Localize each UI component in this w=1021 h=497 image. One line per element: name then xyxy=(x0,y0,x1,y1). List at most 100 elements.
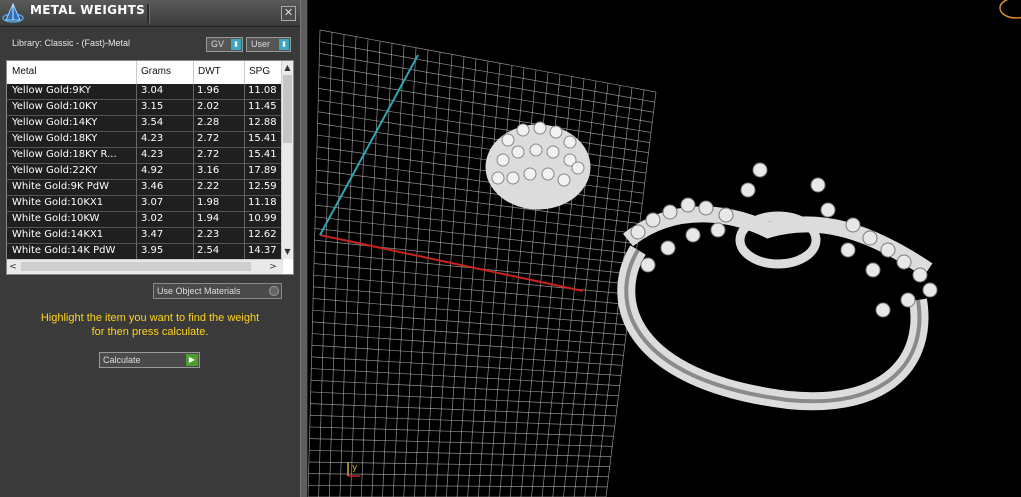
cell-divider xyxy=(244,164,245,180)
play-arrow-icon[interactable]: ▶ xyxy=(186,354,198,366)
grid-line xyxy=(319,64,653,123)
cell-divider xyxy=(193,180,194,196)
scroll-right-arrow-icon[interactable]: > xyxy=(267,260,279,274)
table-row[interactable]: White Gold:10KX1 3.07 1.98 11.18 xyxy=(7,196,283,212)
dropdown-arrow-icon: ⬍ xyxy=(231,39,241,50)
horizontal-scroll-thumb[interactable] xyxy=(21,262,251,271)
panel-splitter[interactable] xyxy=(300,0,308,497)
dwt-cell: 1.98 xyxy=(197,197,220,208)
cell-divider xyxy=(193,164,194,180)
cell-divider xyxy=(244,180,245,196)
prong xyxy=(506,171,520,185)
vertical-scrollbar[interactable]: ▲ ▼ xyxy=(281,61,293,259)
close-button[interactable]: ✕ xyxy=(281,6,296,21)
column-divider[interactable] xyxy=(136,61,137,84)
instruction-line-1: Highlight the item you want to find the … xyxy=(40,312,260,324)
ring-model[interactable] xyxy=(617,162,938,411)
table-row[interactable]: White Gold:9K PdW 3.46 2.22 12.59 xyxy=(7,180,283,196)
prong xyxy=(640,257,656,273)
prong xyxy=(740,182,756,198)
grams-cell: 3.02 xyxy=(141,213,164,224)
prong xyxy=(546,145,560,159)
axis-label: y xyxy=(352,463,358,473)
app-logo-icon xyxy=(2,2,24,23)
grid-line xyxy=(311,344,623,366)
table-row[interactable]: Yellow Gold:10KY 3.15 2.02 11.45 xyxy=(7,100,283,116)
prong xyxy=(662,204,678,220)
scroll-down-arrow-icon[interactable]: ▼ xyxy=(282,246,293,258)
prong xyxy=(710,222,726,238)
grid-line xyxy=(316,169,642,214)
scroll-left-arrow-icon[interactable]: < xyxy=(7,260,19,274)
table-row[interactable]: Yellow Gold:14KY 3.54 2.28 12.88 xyxy=(7,116,283,132)
dwt-cell: 3.16 xyxy=(197,165,220,176)
grams-cell: 3.15 xyxy=(141,101,164,112)
prong xyxy=(491,171,505,185)
spg-cell: 12.59 xyxy=(248,181,277,192)
table-row[interactable]: Yellow Gold:18KY R... 4.23 2.72 15.41 xyxy=(7,148,283,164)
prong xyxy=(698,200,714,216)
column-divider[interactable] xyxy=(244,61,245,84)
column-divider[interactable] xyxy=(193,61,194,84)
spg-cell: 10.99 xyxy=(248,213,277,224)
column-header-metal[interactable]: Metal xyxy=(12,66,36,77)
metal-cell: Yellow Gold:14KY xyxy=(12,117,98,128)
prong xyxy=(896,254,912,270)
cell-divider xyxy=(136,148,137,164)
spg-cell: 11.18 xyxy=(248,197,277,208)
column-header-grams[interactable]: Grams xyxy=(141,66,171,77)
dwt-cell: 2.22 xyxy=(197,181,220,192)
table-row[interactable]: Yellow Gold:9KY 3.04 1.96 11.08 xyxy=(7,84,283,100)
grid-line xyxy=(315,193,639,235)
scroll-up-arrow-icon[interactable]: ▲ xyxy=(282,62,293,74)
table-row[interactable]: Yellow Gold:18KY 4.23 2.72 15.41 xyxy=(7,132,283,148)
user-dropdown-label: User xyxy=(251,39,271,49)
cell-divider xyxy=(193,100,194,116)
grid-line xyxy=(315,216,637,255)
grid-line xyxy=(312,321,625,346)
use-object-materials-toggle[interactable]: Use Object Materials xyxy=(153,283,282,299)
corner-gizmo-icon xyxy=(999,0,1021,19)
grams-cell: 3.07 xyxy=(141,197,164,208)
metal-weights-panel: METAL WEIGHTS ✕ Library: Classic - (Fast… xyxy=(0,0,300,497)
prong xyxy=(660,240,676,256)
prong xyxy=(501,133,515,147)
radio-toggle-icon[interactable] xyxy=(269,286,279,296)
grid-line xyxy=(316,181,640,224)
title-separator xyxy=(147,4,150,23)
table-row[interactable]: White Gold:10KW 3.02 1.94 10.99 xyxy=(7,212,283,228)
cell-divider xyxy=(193,116,194,132)
grid-line xyxy=(317,134,645,184)
table-row[interactable]: White Gold:14KX1 3.47 2.23 12.62 xyxy=(7,228,283,244)
table-row[interactable]: Yellow Gold:22KY 4.92 3.16 17.89 xyxy=(7,164,283,180)
metal-cell: White Gold:14K PdW xyxy=(12,245,116,256)
spg-cell: 11.08 xyxy=(248,85,277,96)
cell-divider xyxy=(244,228,245,244)
grams-cell: 3.47 xyxy=(141,229,164,240)
calculate-button[interactable]: Calculate ▶ xyxy=(99,352,200,368)
prong xyxy=(680,197,696,213)
grid-line xyxy=(316,146,644,194)
grid-line xyxy=(317,111,648,164)
cell-divider xyxy=(136,100,137,116)
head-setting-model[interactable] xyxy=(485,121,591,210)
horizontal-scrollbar[interactable]: < > xyxy=(7,259,283,274)
prong xyxy=(752,162,768,178)
column-header-spg[interactable]: SPG xyxy=(249,66,270,77)
table-row[interactable]: White Gold:14K PdW 3.95 2.54 14.37 xyxy=(7,244,283,260)
column-header-dwt[interactable]: DWT xyxy=(198,66,221,77)
use-object-materials-label: Use Object Materials xyxy=(157,286,241,296)
grid-line xyxy=(314,228,635,265)
cell-divider xyxy=(193,84,194,100)
user-dropdown[interactable]: User ⬍ xyxy=(246,37,291,52)
metal-cell: Yellow Gold:18KY xyxy=(12,133,98,144)
vertical-scroll-thumb[interactable] xyxy=(283,75,292,143)
viewport-canvas[interactable]: y xyxy=(308,0,1021,497)
gv-dropdown[interactable]: GV ⬍ xyxy=(206,37,243,52)
dwt-cell: 2.23 xyxy=(197,229,220,240)
cell-divider xyxy=(136,228,137,244)
3d-viewport[interactable]: y xyxy=(308,0,1021,497)
spg-cell: 12.88 xyxy=(248,117,277,128)
cell-divider xyxy=(136,212,137,228)
cell-divider xyxy=(136,196,137,212)
